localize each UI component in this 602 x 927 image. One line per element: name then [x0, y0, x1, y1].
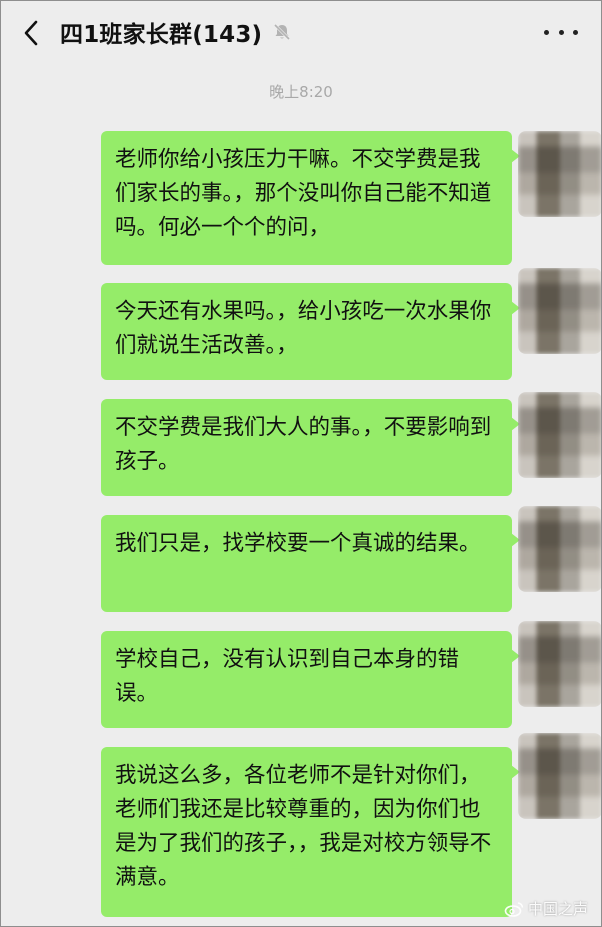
avatar[interactable] — [518, 506, 602, 592]
avatar[interactable] — [518, 621, 602, 707]
avatar[interactable] — [518, 392, 602, 478]
chat-title-group: 四1班家长群(143) — [60, 15, 292, 49]
message-bubble[interactable]: 今天还有水果吗。，给小孩吃一次水果你们就说生活改善。， — [101, 283, 520, 380]
avatar[interactable] — [518, 733, 602, 819]
more-dot — [558, 29, 564, 35]
avatar[interactable] — [518, 131, 602, 217]
message-bubble[interactable]: 不交学费是我们大人的事。，不要影响到孩子。 — [101, 399, 520, 496]
message-bubble[interactable]: 老师你给小孩压力干嘛。不交学费是我们家长的事。，那个没叫你自己能不知道吗。何必一… — [101, 131, 520, 265]
bell-off-icon — [274, 23, 291, 41]
chat-title: 四1班家长群(143) — [60, 22, 263, 48]
watermark-text: 中国之声 — [527, 900, 588, 918]
message-timestamp: 晚上8:20 — [269, 83, 333, 101]
weibo-watermark: 中国之声 — [504, 898, 588, 919]
more-dot — [573, 29, 578, 35]
more-button[interactable] — [544, 22, 578, 42]
back-button[interactable] — [16, 18, 46, 48]
more-dot — [544, 29, 549, 35]
message-bubble[interactable]: 学校自己，没有认识到自己本身的错误。 — [101, 631, 520, 728]
chat-header: 四1班家长群(143) — [0, 0, 602, 66]
message-bubble[interactable]: 我们只是，找学校要一个真诚的结果。 — [101, 515, 520, 612]
avatar[interactable] — [518, 268, 602, 354]
message-bubble[interactable]: 我说这么多，各位老师不是针对你们，老师们我还是比较尊重的，因为你们也是为了我们的… — [101, 747, 520, 917]
weibo-icon — [504, 901, 524, 917]
chevron-left-icon — [24, 20, 38, 46]
